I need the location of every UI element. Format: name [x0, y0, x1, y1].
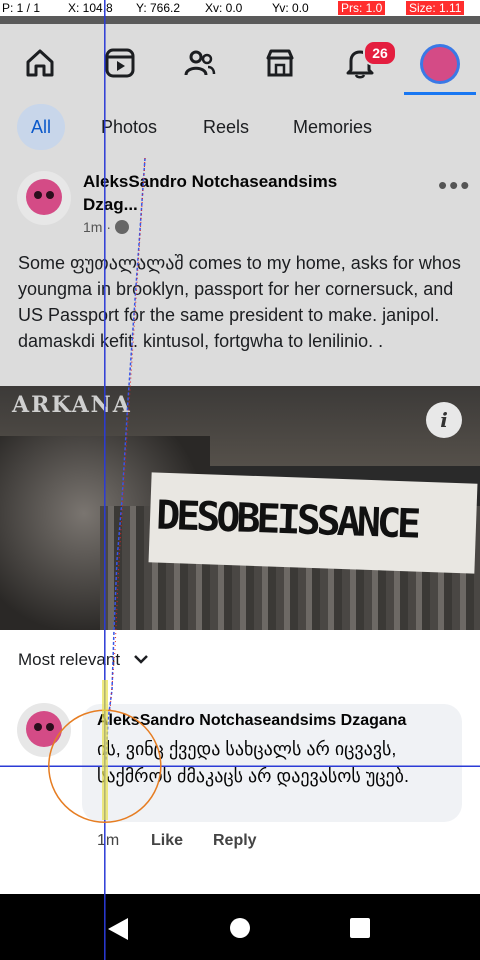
pointer-location-bar: P: 1 / 1 X: 104.8 Y: 766.2 Xv: 0.0 Yv: 0… [0, 0, 480, 16]
debug-xv: Xv: 0.0 [205, 1, 243, 15]
active-tab-indicator [404, 92, 476, 95]
post-author-name[interactable]: AleksSandro Notchaseandsims Dzag... [83, 170, 413, 216]
post-meta: 1m · [83, 219, 129, 235]
top-navigation [0, 30, 480, 96]
marketplace-icon [266, 49, 294, 77]
nav-friends[interactable] [170, 30, 230, 96]
comment-reply-button[interactable]: Reply [213, 832, 257, 850]
back-button[interactable] [108, 918, 128, 940]
comment-time: 1m [97, 832, 120, 849]
image-banner-text: DESOBEISSANCE [155, 492, 418, 548]
comment-text: ის, ვინც ქვედა სახცალს არ იცვავს, საქმრო… [97, 739, 409, 786]
video-icon [105, 48, 135, 78]
comment-sort-label[interactable]: Most relevant [18, 650, 120, 670]
post-text: Some ფუთალალაშ comes to my home, asks fo… [18, 253, 461, 351]
filter-chips: All Photos Reels Memories [0, 104, 480, 150]
chevron-down-icon[interactable] [134, 652, 148, 666]
notification-count-badge: 26 [363, 40, 397, 66]
image-text-arkana: ARKANA [12, 392, 132, 418]
skull-avatar-icon [26, 711, 62, 747]
post-author-line2: Dzag... [83, 195, 138, 214]
debug-size: Size: 1.11 [406, 1, 465, 15]
more-options-button[interactable]: ••• [438, 170, 471, 201]
comment-author-avatar[interactable] [17, 703, 71, 757]
chip-reels[interactable]: Reels [203, 104, 249, 150]
chip-all[interactable]: All [17, 104, 66, 150]
debug-pointer-count: P: 1 / 1 [2, 1, 41, 15]
nav-profile[interactable] [420, 44, 460, 84]
globe-icon [115, 220, 129, 234]
comment-like-button[interactable]: Like [151, 832, 183, 850]
debug-y: Y: 766.2 [136, 1, 181, 15]
chip-photos[interactable]: Photos [101, 104, 157, 150]
profile-avatar-icon [423, 47, 457, 81]
debug-x: X: 104.8 [68, 1, 113, 15]
image-info-button[interactable]: i [426, 402, 462, 438]
friends-icon [184, 50, 216, 76]
image-banner: DESOBEISSANCE [148, 472, 478, 574]
debug-pressure: Prs: 1.0 [338, 1, 386, 15]
chip-memories[interactable]: Memories [293, 104, 372, 150]
nav-marketplace[interactable] [250, 30, 310, 96]
nav-video[interactable] [90, 30, 150, 96]
home-icon [26, 49, 54, 77]
skull-avatar-icon [26, 179, 62, 215]
debug-yv: Yv: 0.0 [272, 1, 309, 15]
post-author-line1: AleksSandro Notchaseandsims [83, 172, 338, 191]
post-image[interactable]: ARKANA DESOBEISSANCE [0, 386, 480, 630]
recents-button[interactable] [350, 918, 370, 938]
post-time: 1m · [83, 219, 111, 235]
post-author-avatar[interactable] [17, 171, 71, 225]
comment-author-name[interactable]: AleksSandro Notchaseandsims Dzagana [97, 712, 406, 730]
nav-home[interactable] [10, 30, 70, 96]
home-button[interactable] [230, 918, 250, 938]
